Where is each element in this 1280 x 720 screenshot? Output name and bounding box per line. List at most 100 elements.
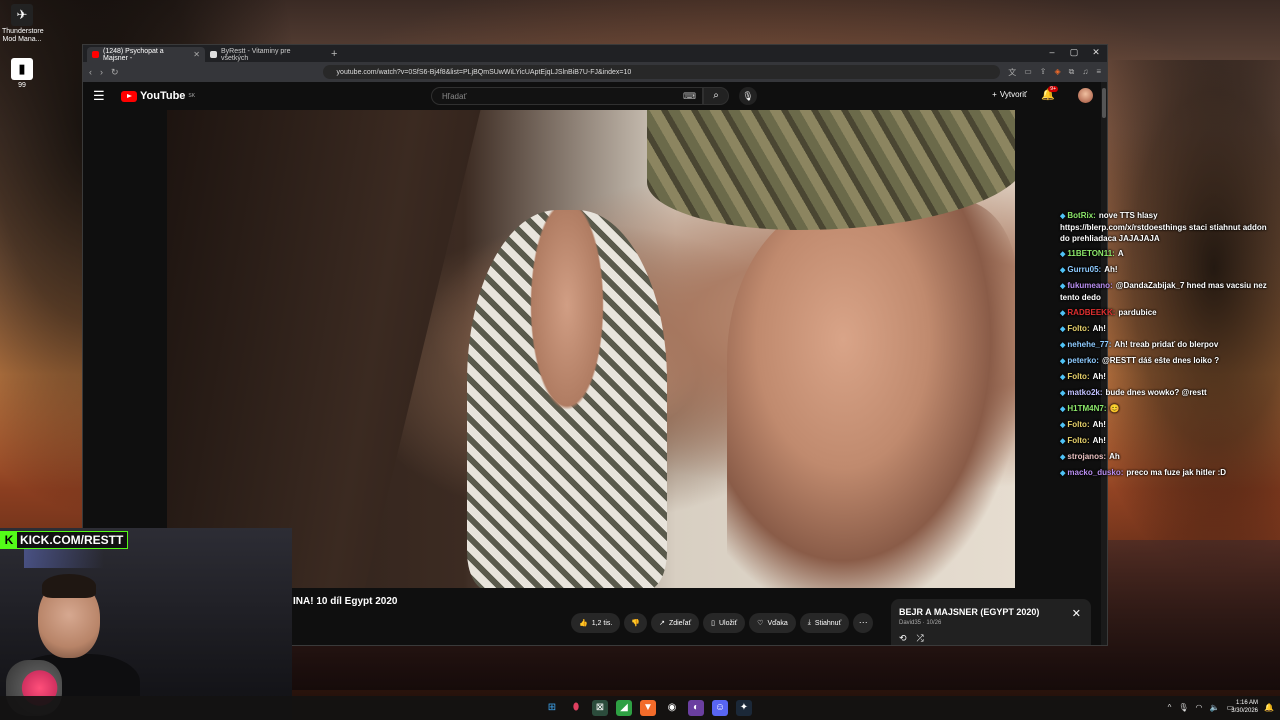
- chat-username[interactable]: BotRix:: [1067, 211, 1095, 220]
- tab-byrestt[interactable]: ByRestt - Vitaminy pre všetkých: [205, 47, 323, 62]
- terminal-icon[interactable]: ⊠: [592, 700, 608, 716]
- desktop-icon-thunderstore[interactable]: ✈ Thunderstore Mod Mana...: [2, 4, 44, 44]
- chat-badge-icon: ◆: [1060, 213, 1066, 220]
- mic-tray-icon[interactable]: 🎙: [1178, 703, 1188, 712]
- bookmark-icon: ▯: [711, 620, 715, 627]
- share-icon[interactable]: ⇪: [1040, 67, 1047, 78]
- speaker-icon[interactable]: 🔈: [1209, 703, 1219, 712]
- youtube-logo[interactable]: YouTube SK: [121, 90, 195, 102]
- discord-icon[interactable]: ☺: [712, 700, 728, 716]
- chat-message: ◆ peterko: @RESTT dáš ešte dnes loiko ?: [1060, 355, 1272, 367]
- chat-badge-icon: ◆: [1060, 251, 1066, 258]
- keyboard-icon[interactable]: ⌨: [683, 91, 696, 102]
- avatar[interactable]: [1078, 88, 1093, 103]
- video-player[interactable]: [167, 110, 1015, 588]
- thanks-icon: ♡: [757, 620, 764, 627]
- playlist-controls: ⟲ ⤮: [899, 633, 924, 644]
- scrollbar-thumb[interactable]: [1102, 88, 1106, 118]
- chrome-icon[interactable]: ◉: [664, 700, 680, 716]
- close-icon[interactable]: ✕: [1072, 607, 1081, 620]
- kick-logo-icon: K: [1, 532, 17, 548]
- chat-username[interactable]: macko_dusko:: [1067, 468, 1123, 477]
- wifi-icon[interactable]: ◠: [1195, 703, 1202, 712]
- create-label: Vytvoriť: [999, 90, 1027, 99]
- chat-username[interactable]: matko2k:: [1067, 388, 1102, 397]
- like-button[interactable]: 👍 1,2 tis.: [571, 613, 621, 633]
- reload-icon[interactable]: ↻: [111, 67, 119, 78]
- site-favicon-icon: [210, 51, 217, 58]
- chat-username[interactable]: H1TM4N7:: [1067, 404, 1106, 413]
- tab-youtube[interactable]: (1248) Psychopat a Majsner - ✕: [87, 47, 205, 62]
- mic-icon[interactable]: 🎙: [739, 87, 757, 105]
- forward-icon[interactable]: ›: [100, 67, 103, 77]
- desktop-icon-app[interactable]: ▮ 99: [2, 58, 42, 90]
- save-button[interactable]: ▯ Uložiť: [703, 613, 746, 633]
- background-light: [24, 548, 104, 568]
- chat-username[interactable]: 11BETON11:: [1067, 249, 1114, 258]
- chat-username[interactable]: Folto:: [1067, 324, 1089, 333]
- chat-username[interactable]: Gurru05:: [1067, 265, 1101, 274]
- chat-username[interactable]: strojanos:: [1067, 452, 1106, 461]
- url-text: youtube.com/watch?v=0SfS6-Bj4f8&list=PLj…: [336, 68, 632, 76]
- video-title: INA! 10 díl Egypt 2020: [293, 596, 398, 607]
- create-button[interactable]: + Vytvoriť: [992, 90, 1027, 99]
- region-code: SK: [188, 93, 196, 99]
- translate-icon[interactable]: 文: [1008, 67, 1016, 78]
- back-icon[interactable]: ‹: [89, 67, 92, 77]
- new-tab-button[interactable]: +: [323, 47, 345, 62]
- download-button[interactable]: ⤓ Stiahnuť: [799, 613, 850, 633]
- chat-username[interactable]: peterko:: [1067, 356, 1099, 365]
- menu-icon[interactable]: ☰: [93, 88, 117, 104]
- map-pin-icon[interactable]: ⬮: [568, 700, 584, 716]
- search-input[interactable]: Hľadať ⌨: [431, 87, 703, 105]
- chat-message: ◆ Folto: Ah!: [1060, 323, 1272, 335]
- chevron-up-icon[interactable]: ^: [1168, 703, 1172, 712]
- close-window-button[interactable]: ✕: [1085, 45, 1107, 62]
- chat-username[interactable]: Folto:: [1067, 372, 1089, 381]
- chat-text: 😊: [1109, 404, 1120, 413]
- chat-username[interactable]: fukumeano:: [1067, 281, 1112, 290]
- windows-start-icon[interactable]: ⊞: [544, 700, 560, 716]
- video-actions: 👍 1,2 tis. 👎 ↗ Zdieľať ▯ Uložiť ♡ Vďaka ⤓ Sti…: [571, 613, 874, 633]
- chat-message: ◆ nehehe_77: Ah! treab pridať do blerpov: [1060, 339, 1272, 351]
- url-field[interactable]: youtube.com/watch?v=0SfS6-Bj4f8&list=PLj…: [322, 65, 1001, 79]
- save-label: Uložiť: [718, 619, 738, 627]
- search-button[interactable]: ⌕: [703, 87, 729, 105]
- more-actions-button[interactable]: ⋯: [853, 613, 874, 633]
- chat-username[interactable]: Folto:: [1067, 420, 1089, 429]
- chat-text: Ah!: [1092, 324, 1106, 333]
- loop-icon[interactable]: ⟲: [899, 633, 907, 644]
- steam-icon[interactable]: ✦: [736, 700, 752, 716]
- shuffle-icon[interactable]: ⤮: [917, 633, 924, 644]
- close-tab-icon[interactable]: ✕: [193, 50, 200, 59]
- dislike-button[interactable]: 👎: [624, 613, 648, 633]
- maximize-button[interactable]: ▢: [1063, 45, 1085, 62]
- chat-username[interactable]: nehehe_77:: [1067, 340, 1111, 349]
- chat-username[interactable]: Folto:: [1067, 436, 1089, 445]
- media-icon[interactable]: ♫: [1082, 67, 1088, 78]
- download-label: Stiahnuť: [814, 619, 842, 627]
- cast-icon[interactable]: ▭: [1024, 67, 1032, 78]
- video-scene-person: [727, 200, 1015, 588]
- extensions-icon[interactable]: ⧉: [1069, 67, 1075, 78]
- obs-icon[interactable]: ◐: [688, 700, 704, 716]
- chat-username[interactable]: RADBEEKK:: [1067, 308, 1115, 317]
- brave-icon[interactable]: ▼: [640, 700, 656, 716]
- chat-message: ◆ Folto: Ah!: [1060, 435, 1272, 447]
- clock[interactable]: 1:16 AM 3/30/2026: [1231, 699, 1258, 715]
- share-icon: ↗: [659, 620, 665, 627]
- green-app-icon[interactable]: ◢: [616, 700, 632, 716]
- minimize-button[interactable]: –: [1041, 45, 1063, 62]
- app-icon: ▮: [11, 58, 33, 80]
- playlist-panel[interactable]: BEJR A MAJSNER (EGYPT 2020) David35 · 10…: [891, 599, 1091, 645]
- share-label: Zdieľať: [668, 619, 692, 627]
- notifications-bell-icon[interactable]: 🔔 9+: [1041, 86, 1058, 101]
- chat-badge-icon: ◆: [1060, 342, 1066, 349]
- desktop-icon-label: 99: [18, 82, 26, 89]
- brave-shield-icon[interactable]: ◈: [1054, 67, 1060, 78]
- notification-center-icon[interactable]: 🔔: [1264, 703, 1274, 712]
- thanks-button[interactable]: ♡ Vďaka: [749, 613, 796, 633]
- share-button[interactable]: ↗ Zdieľať: [651, 613, 700, 633]
- menu-icon[interactable]: ≡: [1096, 67, 1101, 78]
- streamer-hair: [42, 574, 96, 598]
